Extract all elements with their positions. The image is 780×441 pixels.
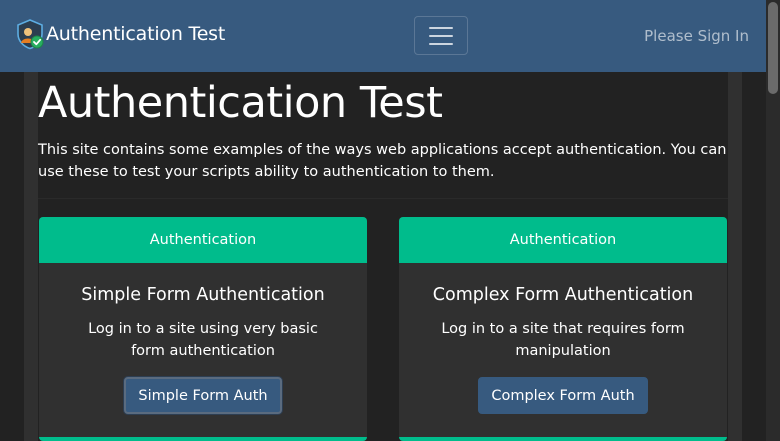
- intro-text: This site contains some examples of the …: [38, 142, 727, 180]
- hamburger-line: [429, 26, 453, 29]
- card-description: Log in to a site that requires form mani…: [441, 321, 685, 359]
- hamburger-line: [429, 42, 453, 45]
- next-card-top-edge: [39, 437, 367, 441]
- next-card-top-edge: [399, 437, 727, 441]
- sign-in-link[interactable]: Please Sign In: [644, 27, 749, 45]
- card-complex-form: Authentication Complex Form Authenticati…: [399, 217, 727, 441]
- shield-logo-icon: [17, 19, 44, 50]
- brand-text: Authentication Test: [46, 23, 226, 45]
- card-simple-form: Authentication Simple Form Authenticatio…: [39, 217, 367, 441]
- card-header: Authentication: [399, 217, 727, 263]
- simple-form-auth-button[interactable]: Simple Form Auth: [124, 377, 282, 414]
- divider: [38, 198, 728, 199]
- navbar: Authentication Test Please Sign In: [0, 0, 766, 72]
- card-description: Log in to a site using very basic form a…: [88, 321, 318, 359]
- scrollbar-thumb[interactable]: [768, 2, 778, 94]
- brand-link[interactable]: Authentication Test: [14, 18, 225, 50]
- navbar-toggler-button[interactable]: [414, 16, 468, 55]
- page-scrollbar[interactable]: [766, 0, 780, 441]
- hamburger-line: [429, 34, 453, 37]
- card-header: Authentication: [39, 217, 367, 263]
- card-title: Complex Form Authentication: [432, 285, 694, 305]
- complex-form-auth-button[interactable]: Complex Form Auth: [478, 377, 648, 414]
- card-title: Simple Form Authentication: [81, 285, 325, 305]
- page-title: Authentication Test: [38, 78, 443, 128]
